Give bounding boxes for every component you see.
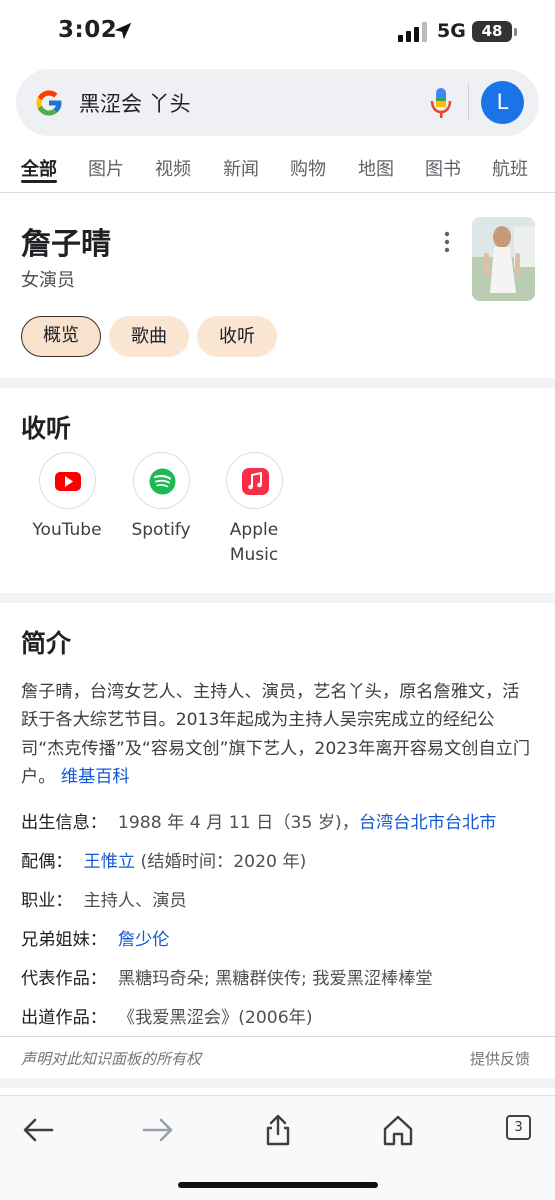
search-bar[interactable]: 黑涩会 丫头 L [16, 69, 539, 136]
app-label-apple-music: Apple Music [229, 520, 279, 565]
fact-link-birthplace[interactable]: 台湾台北市台北市 [359, 813, 497, 833]
fact-link-spouse[interactable]: 王惟立 [84, 852, 136, 872]
section-separator [0, 378, 555, 388]
spotify-icon [132, 452, 190, 509]
fact-key: 出道作品： [21, 1008, 107, 1028]
fact-value: 《我爱黑涩会》(2006年) [117, 1008, 313, 1028]
wikipedia-link[interactable]: 维基百科 [61, 767, 130, 787]
cellular-signal-icon [398, 22, 427, 42]
entity-subtitle: 女演员 [21, 270, 75, 291]
fact-value: (结婚时间：2020 年) [135, 852, 307, 872]
google-logo-icon [36, 90, 62, 116]
fact-row-spouse: 配偶： 王惟立 (结婚时间：2020 年) [21, 847, 306, 872]
battery-level: 48 [472, 21, 512, 42]
entity-photo[interactable] [472, 217, 535, 301]
panel-footer-divider [0, 1036, 555, 1037]
chip-listen[interactable]: 收听 [197, 316, 277, 357]
tab-images[interactable]: 图片 [88, 155, 124, 181]
account-avatar[interactable]: L [481, 81, 524, 124]
location-arrow-icon [114, 22, 132, 40]
fact-key: 出生信息： [21, 813, 107, 833]
fact-row-siblings: 兄弟姐妹： 詹少伦 [21, 925, 169, 950]
tab-videos[interactable]: 视频 [155, 155, 191, 181]
app-apple-music[interactable]: Apple Music [204, 452, 304, 568]
tab-count-button[interactable]: 3 [506, 1115, 531, 1140]
tab-flights[interactable]: 航班 [492, 155, 528, 181]
fact-value: 主持人、演员 [83, 891, 187, 911]
forward-arrow-icon[interactable] [140, 1114, 176, 1146]
tab-maps[interactable]: 地图 [358, 155, 394, 181]
section-separator [0, 593, 555, 603]
fact-link-sibling[interactable]: 詹少伦 [118, 930, 170, 950]
status-time: 3:02 [58, 17, 118, 43]
microphone-icon[interactable] [430, 87, 452, 119]
tab-news[interactable]: 新闻 [223, 155, 259, 181]
status-bar: 3:02 5G 48 [0, 0, 555, 66]
home-icon[interactable] [380, 1114, 416, 1146]
tab-books[interactable]: 图书 [425, 155, 461, 181]
fact-row-debut: 出道作品： 《我爱黑涩会》(2006年) [21, 1003, 313, 1028]
search-tabs: 全部 图片 视频 新闻 购物 地图 图书 航班 [0, 145, 555, 193]
active-tab-indicator [21, 180, 57, 183]
app-label-youtube: YouTube [32, 520, 102, 540]
fact-row-birth: 出生信息： 1988 年 4 月 11 日（35 岁)，台湾台北市台北市 [21, 808, 496, 833]
chip-overview[interactable]: 概览 [21, 316, 101, 357]
back-arrow-icon[interactable] [20, 1114, 56, 1146]
app-spotify[interactable]: Spotify [111, 452, 211, 543]
claim-panel-link[interactable]: 声明对此知识面板的所有权 [21, 1048, 201, 1069]
fact-key: 代表作品： [21, 969, 107, 989]
intro-title: 简介 [21, 629, 72, 658]
home-indicator [178, 1182, 378, 1188]
app-youtube[interactable]: YouTube [17, 452, 117, 543]
tab-shopping[interactable]: 购物 [290, 155, 326, 181]
fact-row-works: 代表作品： 黑糖玛奇朵; 黑糖群侠传; 我爱黑涩棒棒堂 [21, 964, 433, 989]
share-icon[interactable] [260, 1114, 296, 1146]
fact-row-occupation: 职业： 主持人、演员 [21, 886, 187, 911]
app-label-spotify: Spotify [131, 520, 191, 540]
fact-value: 1988 年 4 月 11 日（35 岁)， [117, 813, 359, 833]
fact-value: 黑糖玛奇朵; 黑糖群侠传; 我爱黑涩棒棒堂 [117, 969, 433, 989]
youtube-icon [38, 452, 96, 509]
intro-description: 詹子晴，台湾女艺人、主持人、演员，艺名丫头，原名詹雅文，活跃于各大综艺节目。20… [21, 678, 536, 791]
search-divider [468, 83, 469, 121]
more-options-icon[interactable] [440, 230, 454, 254]
fact-key: 配偶： [21, 852, 73, 872]
feedback-link[interactable]: 提供反馈 [470, 1048, 530, 1069]
fact-key: 兄弟姐妹： [21, 930, 107, 950]
search-input[interactable]: 黑涩会 丫头 [79, 88, 191, 118]
battery-cap [514, 28, 517, 36]
apple-music-icon [225, 452, 283, 509]
listen-title: 收听 [21, 414, 72, 443]
fact-key: 职业： [21, 891, 73, 911]
tab-all[interactable]: 全部 [21, 155, 57, 181]
chip-songs[interactable]: 歌曲 [109, 316, 189, 357]
entity-name: 詹子晴 [21, 227, 111, 262]
portrait-image [472, 217, 535, 301]
section-separator [0, 1078, 555, 1088]
network-type: 5G [437, 20, 466, 42]
